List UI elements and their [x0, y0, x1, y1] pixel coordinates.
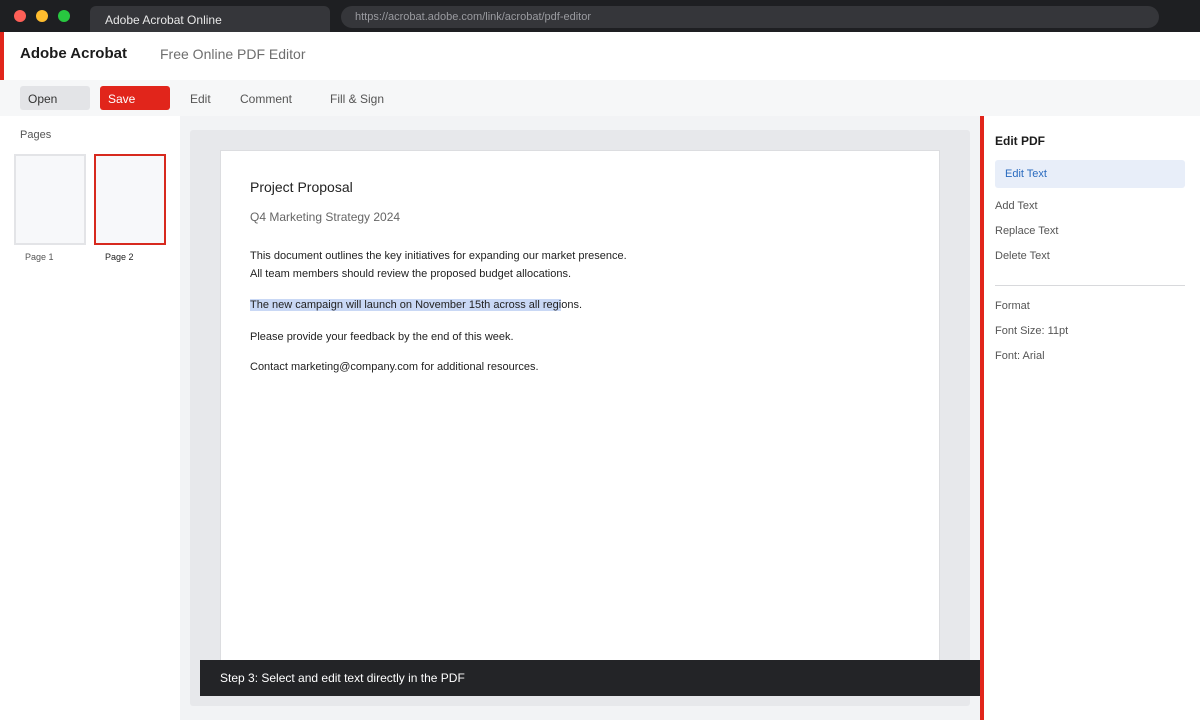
address-bar[interactable]: https://acrobat.adobe.com/link/acrobat/p…	[341, 6, 1159, 28]
edit-tool-button[interactable]: Edit	[182, 86, 219, 110]
save-button[interactable]: Save	[100, 86, 170, 110]
browser-tab[interactable]: Adobe Acrobat Online	[90, 6, 330, 32]
page-thumbnail-2[interactable]	[94, 154, 166, 245]
page-title: Free Online PDF Editor	[160, 46, 306, 62]
open-button[interactable]: Open	[20, 86, 90, 110]
text-selection-highlight[interactable]: The new campaign will launch on November…	[250, 299, 562, 311]
maximize-window-icon[interactable]	[58, 10, 70, 22]
page-thumbnail-label: Page 2	[105, 252, 134, 262]
font-family-setting[interactable]: Font: Arial	[995, 350, 1045, 362]
fill-sign-tool-button[interactable]: Fill & Sign	[322, 86, 392, 110]
document-workspace: Project Proposal Q4 Marketing Strategy 2…	[180, 116, 980, 720]
delete-text-option[interactable]: Delete Text	[995, 250, 1050, 262]
pdf-page[interactable]: Project Proposal Q4 Marketing Strategy 2…	[220, 150, 940, 670]
format-heading: Format	[995, 300, 1030, 312]
comment-tool-button[interactable]: Comment	[232, 86, 300, 110]
selected-paragraph[interactable]: The new campaign will launch on November…	[250, 296, 582, 314]
app-header: Adobe Acrobat Free Online PDF Editor	[0, 32, 1200, 80]
page-thumbnail-1[interactable]	[14, 154, 86, 245]
close-window-icon[interactable]	[14, 10, 26, 22]
document-canvas: Project Proposal Q4 Marketing Strategy 2…	[190, 130, 970, 706]
add-text-option[interactable]: Add Text	[995, 200, 1038, 212]
edit-text-option[interactable]: Edit Text	[995, 160, 1185, 188]
document-paragraph[interactable]: Contact marketing@company.com for additi…	[250, 358, 539, 376]
pages-heading: Pages	[20, 129, 52, 141]
edit-pdf-panel: Edit PDF Edit Text Add Text Replace Text…	[984, 116, 1200, 720]
paragraph-line[interactable]: All team members should review the propo…	[250, 265, 627, 283]
page-thumbnail-label: Page 1	[25, 252, 54, 262]
panel-title: Edit PDF	[995, 134, 1045, 148]
step-instruction-banner: Step 3: Select and edit text directly in…	[200, 660, 980, 696]
browser-chrome: Adobe Acrobat Online https://acrobat.ado…	[0, 0, 1200, 32]
toolbar: Open Save Edit Comment Fill & Sign	[0, 80, 1200, 116]
document-paragraph[interactable]: This document outlines the key initiativ…	[250, 247, 627, 283]
brand-logo-text[interactable]: Adobe Acrobat	[20, 45, 127, 62]
replace-text-option[interactable]: Replace Text	[995, 225, 1058, 237]
document-title[interactable]: Project Proposal	[250, 179, 353, 195]
pages-sidebar: Pages Page 1 Page 2	[0, 116, 180, 720]
paragraph-line[interactable]: This document outlines the key initiativ…	[250, 247, 627, 265]
document-paragraph[interactable]: Please provide your feedback by the end …	[250, 328, 514, 346]
document-subtitle[interactable]: Q4 Marketing Strategy 2024	[250, 210, 400, 224]
font-size-setting[interactable]: Font Size: 11pt	[995, 325, 1068, 337]
panel-separator	[995, 285, 1185, 286]
minimize-window-icon[interactable]	[36, 10, 48, 22]
paragraph-text-rest[interactable]: ons.	[561, 299, 582, 311]
